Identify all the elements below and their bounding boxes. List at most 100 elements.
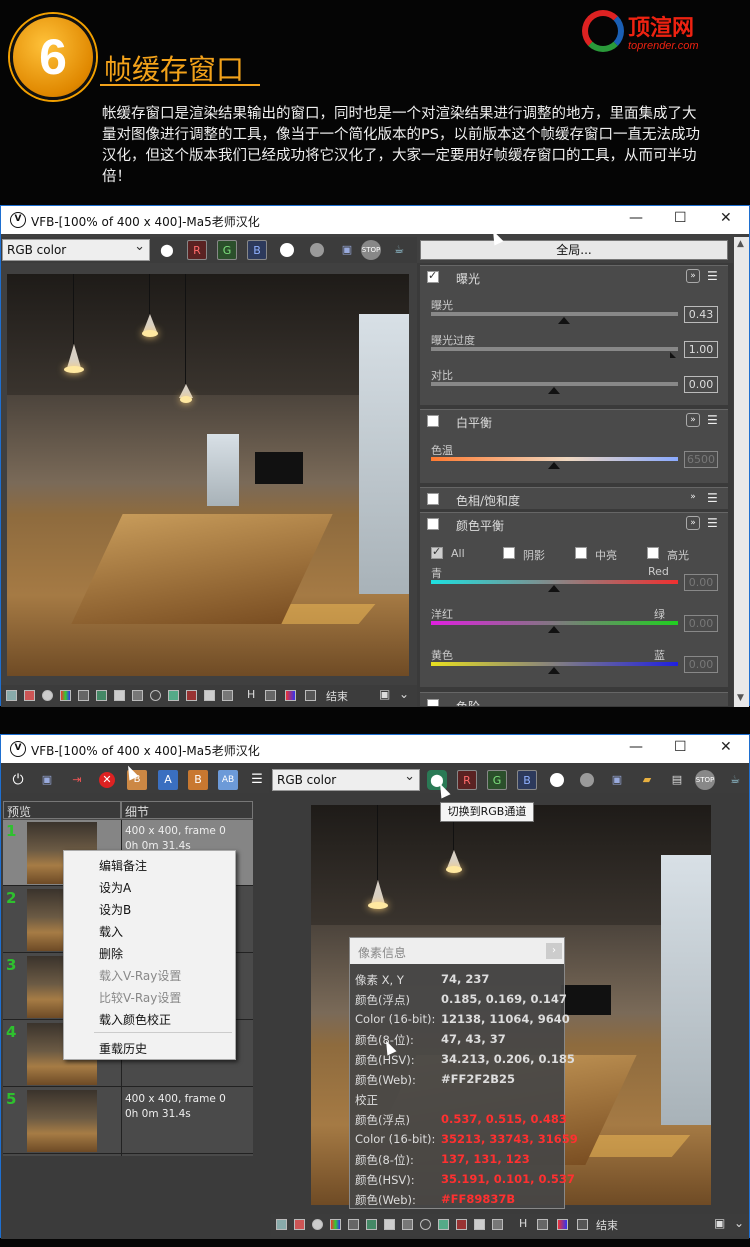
preview-column-header[interactable]: 预览 <box>3 801 121 819</box>
menu-item-set-b[interactable]: 设为B <box>99 901 131 918</box>
folder-icon[interactable]: ▰ <box>637 770 657 790</box>
red-channel-button[interactable]: R <box>187 240 207 260</box>
levels-header[interactable]: 色阶 <box>420 693 728 706</box>
expand-icon[interactable]: » <box>686 269 700 283</box>
load-icon[interactable]: ⇥ <box>67 770 87 790</box>
rgb-channel-icon[interactable]: ⬤ <box>157 240 177 260</box>
menu-icon[interactable]: ☰ <box>707 269 718 283</box>
blue-channel-button[interactable]: B <box>247 240 267 260</box>
clipboard-icon[interactable]: ▤ <box>667 770 687 790</box>
display-red-icon[interactable] <box>456 1219 467 1230</box>
ab-icon[interactable]: AB <box>218 770 238 790</box>
levels-icon[interactable] <box>366 1219 377 1230</box>
close-icon[interactable]: › <box>546 943 562 959</box>
save-icon[interactable]: ▣ <box>37 770 57 790</box>
save-icon[interactable]: ▣ <box>607 770 627 790</box>
compare-icon[interactable] <box>474 1219 485 1230</box>
menu-item-edit-note[interactable]: 编辑备注 <box>99 857 147 874</box>
cyan-red-value[interactable]: 0.00 <box>684 574 718 591</box>
menu-item-compare-vray-settings[interactable]: 比较V-Ray设置 <box>99 989 181 1006</box>
temp-value[interactable]: 6500 <box>684 451 718 468</box>
menu-icon[interactable]: ☰ <box>707 516 718 530</box>
stop-icon[interactable]: STOP <box>695 770 715 790</box>
delete-icon[interactable]: ✕ <box>99 772 115 788</box>
menu-item-load-vray-settings[interactable]: 载入V-Ray设置 <box>99 967 181 984</box>
menu-item-load-color-correction[interactable]: 载入颜色校正 <box>99 1011 171 1028</box>
cyan-red-thumb[interactable] <box>548 585 560 592</box>
color-correct-icon[interactable] <box>60 690 71 701</box>
lut-icon[interactable] <box>420 1219 431 1230</box>
yellow-blue-track[interactable] <box>431 662 678 666</box>
stop-icon[interactable]: STOP <box>361 240 381 260</box>
menu-icon[interactable]: ☰ <box>247 770 267 790</box>
magenta-green-track[interactable] <box>431 621 678 625</box>
histogram-icon[interactable] <box>132 690 143 701</box>
channel-select[interactable]: RGB color <box>2 239 150 261</box>
info-icon[interactable] <box>312 1219 323 1230</box>
alpha-button[interactable] <box>577 770 597 790</box>
highlight-thumb[interactable] <box>670 352 676 358</box>
teapot-icon[interactable]: ☕ <box>725 770 745 790</box>
contrast-value[interactable]: 0.00 <box>684 376 718 393</box>
color-balance-checkbox[interactable] <box>427 518 439 530</box>
test-icon[interactable] <box>285 690 296 701</box>
maximize-button[interactable]: ☐ <box>674 739 687 755</box>
menu-icon[interactable]: ☰ <box>707 491 718 505</box>
highlight-value[interactable]: 1.00 <box>684 341 718 358</box>
track-icon[interactable] <box>305 690 316 701</box>
magenta-green-thumb[interactable] <box>548 626 560 633</box>
track-icon[interactable] <box>577 1219 588 1230</box>
expand-icon[interactable]: » <box>686 413 700 427</box>
menu-item-set-a[interactable]: 设为A <box>99 879 131 896</box>
white-balance-checkbox[interactable] <box>427 415 439 427</box>
minimize-button[interactable]: — <box>629 739 643 755</box>
panel-icon[interactable]: ▣ <box>379 687 390 701</box>
color-correct-icon[interactable] <box>330 1219 341 1230</box>
highlights-checkbox[interactable] <box>647 547 659 559</box>
display-red-icon[interactable] <box>186 690 197 701</box>
split-icon[interactable] <box>537 1219 548 1230</box>
expand-icon[interactable]: » <box>686 516 700 530</box>
exposure-header[interactable]: 曝光 » ☰ <box>420 266 728 288</box>
green-channel-button[interactable]: G <box>217 240 237 260</box>
h-button[interactable]: H <box>519 1217 527 1230</box>
hue-saturation-checkbox[interactable] <box>427 493 439 505</box>
midtones-checkbox[interactable] <box>575 547 587 559</box>
exposure-value[interactable]: 0.43 <box>684 306 718 323</box>
menu-icon[interactable]: ☰ <box>707 413 718 427</box>
contrast-thumb[interactable] <box>548 387 560 394</box>
white-mono-button[interactable] <box>277 240 297 260</box>
h-button[interactable]: H <box>247 688 255 701</box>
histogram-icon[interactable] <box>402 1219 413 1230</box>
lut-icon[interactable] <box>150 690 161 701</box>
menu-item-reload-history[interactable]: 重载历史 <box>99 1040 147 1057</box>
hsl-icon[interactable] <box>78 690 89 701</box>
save-icon[interactable]: ▣ <box>337 240 357 260</box>
info-icon[interactable] <box>42 690 53 701</box>
test-icon[interactable] <box>557 1219 568 1230</box>
red-channel-button[interactable]: R <box>457 770 477 790</box>
chevron-down-icon[interactable]: ⌄ <box>734 1216 744 1230</box>
menu-item-delete[interactable]: 删除 <box>99 945 123 962</box>
levels-icon[interactable] <box>96 690 107 701</box>
levels-checkbox[interactable] <box>427 699 439 706</box>
blue-channel-button[interactable]: B <box>517 770 537 790</box>
white-balance-header[interactable]: 白平衡 » ☰ <box>420 410 728 432</box>
yellow-blue-thumb[interactable] <box>548 667 560 674</box>
close-button[interactable]: ✕ <box>720 739 732 755</box>
panel-icon[interactable]: ▣ <box>714 1216 725 1230</box>
region-icon[interactable] <box>24 690 35 701</box>
history-row[interactable]: 5 400 x 400, frame 0 0h 0m 31.4s <box>3 1088 253 1154</box>
history-icon[interactable] <box>276 1219 287 1230</box>
render-image[interactable] <box>7 274 409 676</box>
temp-thumb[interactable] <box>548 462 560 469</box>
stamp-icon[interactable] <box>222 690 233 701</box>
global-button[interactable]: 全局... <box>420 240 728 260</box>
teapot-icon[interactable]: ☕ <box>389 240 409 260</box>
alpha-button[interactable] <box>307 240 327 260</box>
split-icon[interactable] <box>265 690 276 701</box>
color-balance-header[interactable]: 颜色平衡 » ☰ <box>420 513 728 535</box>
hue-saturation-header[interactable]: 色相/饱和度 » ☰ <box>420 488 728 510</box>
white-mono-button[interactable] <box>547 770 567 790</box>
ocio-icon[interactable] <box>438 1219 449 1230</box>
